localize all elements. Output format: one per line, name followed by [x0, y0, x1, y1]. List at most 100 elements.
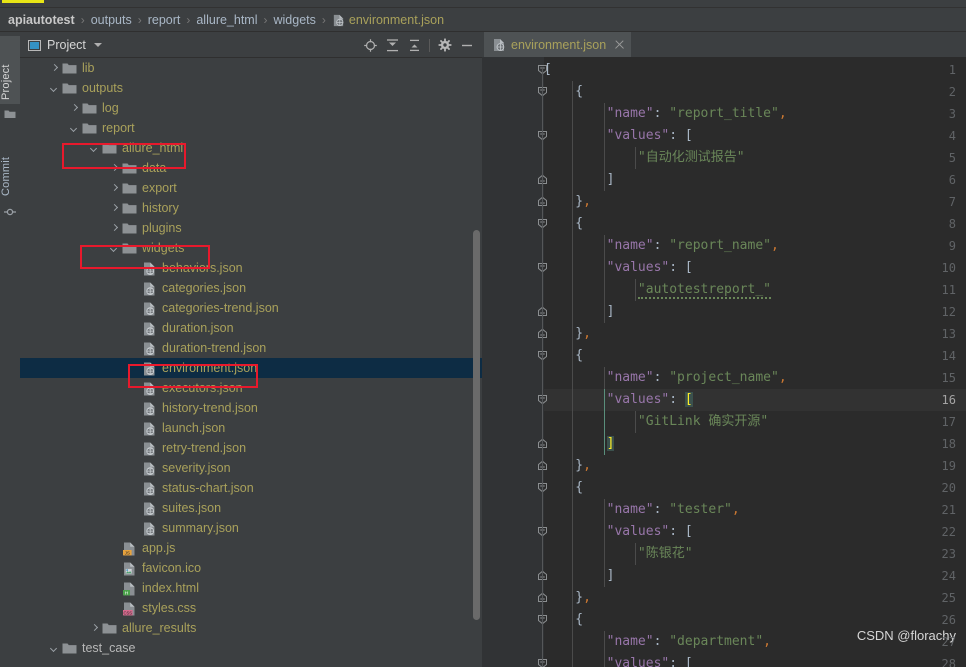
- chevron-down-icon[interactable]: [110, 244, 119, 253]
- json-file-icon: [142, 382, 157, 395]
- code-line[interactable]: "values": [: [544, 653, 966, 667]
- breadcrumb[interactable]: apiautotest › outputs › report › allure_html › w…: [0, 8, 966, 32]
- code-line[interactable]: },: [544, 191, 966, 213]
- indent-guide: [572, 235, 574, 257]
- chevron-down-icon[interactable]: [50, 84, 59, 93]
- hide-panel-icon[interactable]: [456, 35, 478, 55]
- tool-window-button-project[interactable]: Project: [0, 36, 20, 104]
- breadcrumb-item-widgets[interactable]: widgets: [274, 13, 316, 27]
- tree-file-row[interactable]: history-trend.json: [20, 398, 482, 418]
- tree-file-row[interactable]: duration-trend.json: [20, 338, 482, 358]
- code-line[interactable]: "GitLink 确实开源": [544, 411, 966, 433]
- code-line[interactable]: ]: [544, 301, 966, 323]
- code-line[interactable]: ]: [544, 565, 966, 587]
- json-file-icon: [142, 302, 157, 315]
- collapse-all-icon[interactable]: [403, 35, 425, 55]
- tree-file-row[interactable]: launch.json: [20, 418, 482, 438]
- code-token: "values": [544, 260, 670, 275]
- chevron-right-icon[interactable]: [110, 204, 119, 213]
- code-token: "values": [544, 524, 670, 539]
- locate-in-tree-icon[interactable]: [359, 35, 381, 55]
- code-line[interactable]: "values": [: [544, 521, 966, 543]
- tree-file-row[interactable]: CSS styles.css: [20, 598, 482, 618]
- tree-file-row[interactable]: severity.json: [20, 458, 482, 478]
- code-line[interactable]: },: [544, 587, 966, 609]
- tree-folder-row[interactable]: history: [20, 198, 482, 218]
- close-icon[interactable]: [614, 39, 625, 50]
- tree-folder-row[interactable]: report: [20, 118, 482, 138]
- chevron-right-icon[interactable]: [110, 184, 119, 193]
- code-line[interactable]: "name": "report_title",: [544, 103, 966, 125]
- code-line[interactable]: {: [544, 213, 966, 235]
- tree-file-row[interactable]: categories.json: [20, 278, 482, 298]
- tree-folder-row[interactable]: allure_results: [20, 618, 482, 638]
- code-line[interactable]: "values": [: [544, 389, 966, 411]
- tree-file-row[interactable]: summary.json: [20, 518, 482, 538]
- tree-folder-row[interactable]: outputs: [20, 78, 482, 98]
- chevron-right-icon[interactable]: [110, 164, 119, 173]
- tree-file-row[interactable]: environment.json: [20, 358, 482, 378]
- code-line[interactable]: ]: [544, 433, 966, 455]
- editor-gutter[interactable]: [482, 57, 544, 667]
- tree-folder-row[interactable]: widgets: [20, 238, 482, 258]
- tree-folder-row[interactable]: test_case: [20, 638, 482, 658]
- tree-file-row[interactable]: duration.json: [20, 318, 482, 338]
- tree-file-row[interactable]: favicon.ico: [20, 558, 482, 578]
- project-panel-scrollbar[interactable]: [473, 230, 480, 620]
- settings-gear-icon[interactable]: [434, 35, 456, 55]
- chevron-right-icon[interactable]: [110, 224, 119, 233]
- code-line[interactable]: ]: [544, 169, 966, 191]
- code-line[interactable]: "name": "tester",: [544, 499, 966, 521]
- chevron-down-icon[interactable]: [70, 124, 79, 133]
- chevron-down-icon[interactable]: [50, 644, 59, 653]
- chevron-right-icon[interactable]: [70, 104, 79, 113]
- code-token: ,: [583, 458, 591, 473]
- editor-tab-environment-json[interactable]: environment.json: [484, 32, 632, 57]
- breadcrumb-item-allure-html[interactable]: allure_html: [196, 13, 257, 27]
- tree-file-row[interactable]: executors.json: [20, 378, 482, 398]
- tree-file-row[interactable]: suites.json: [20, 498, 482, 518]
- code-line[interactable]: {: [544, 609, 966, 631]
- json-file-icon: [142, 322, 157, 335]
- breadcrumb-item-environment-json[interactable]: environment.json: [332, 13, 444, 27]
- tool-window-button-commit[interactable]: Commit: [0, 128, 20, 200]
- code-line[interactable]: "name": "project_name",: [544, 367, 966, 389]
- code-line[interactable]: "autotestreport_": [544, 279, 966, 301]
- tree-file-row[interactable]: status-chart.json: [20, 478, 482, 498]
- tree-folder-row[interactable]: allure_html: [20, 138, 482, 158]
- code-line[interactable]: "name": "department",: [544, 631, 966, 653]
- tree-folder-row[interactable]: log: [20, 98, 482, 118]
- code-line[interactable]: {: [544, 81, 966, 103]
- breadcrumb-item-outputs[interactable]: outputs: [91, 13, 132, 27]
- code-line[interactable]: },: [544, 323, 966, 345]
- chevron-right-icon[interactable]: [90, 624, 99, 633]
- code-line[interactable]: "values": [: [544, 257, 966, 279]
- code-line[interactable]: {: [544, 345, 966, 367]
- code-line[interactable]: [: [544, 59, 966, 81]
- code-line[interactable]: "name": "report_name",: [544, 235, 966, 257]
- tree-folder-row[interactable]: lib: [20, 58, 482, 78]
- tree-file-row[interactable]: Hindex.html: [20, 578, 482, 598]
- project-file-tree[interactable]: lib outputs log report allure_html data export…: [20, 58, 482, 667]
- tree-file-row[interactable]: JS app.js: [20, 538, 482, 558]
- tree-folder-row[interactable]: data: [20, 158, 482, 178]
- tree-file-row[interactable]: retry-trend.json: [20, 438, 482, 458]
- code-line[interactable]: "自动化测试报告": [544, 147, 966, 169]
- chevron-right-icon[interactable]: [50, 64, 59, 73]
- expand-all-icon[interactable]: [381, 35, 403, 55]
- chevron-down-icon[interactable]: [93, 43, 102, 47]
- tree-file-row[interactable]: behaviors.json: [20, 258, 482, 278]
- code-line[interactable]: "陈银花": [544, 543, 966, 565]
- code-line[interactable]: {: [544, 477, 966, 499]
- code-line[interactable]: },: [544, 455, 966, 477]
- code-editor[interactable]: CSDN @florachy 1[2 {3 "name": "report_ti…: [482, 57, 966, 667]
- code-line[interactable]: "values": [: [544, 125, 966, 147]
- tree-item-label: launch.json: [162, 421, 226, 435]
- breadcrumb-item-apiautotest[interactable]: apiautotest: [8, 13, 75, 27]
- tree-file-row[interactable]: categories-trend.json: [20, 298, 482, 318]
- tree-folder-row[interactable]: export: [20, 178, 482, 198]
- tree-folder-row[interactable]: plugins: [20, 218, 482, 238]
- chevron-down-icon[interactable]: [90, 144, 99, 153]
- breadcrumb-item-report[interactable]: report: [148, 13, 181, 27]
